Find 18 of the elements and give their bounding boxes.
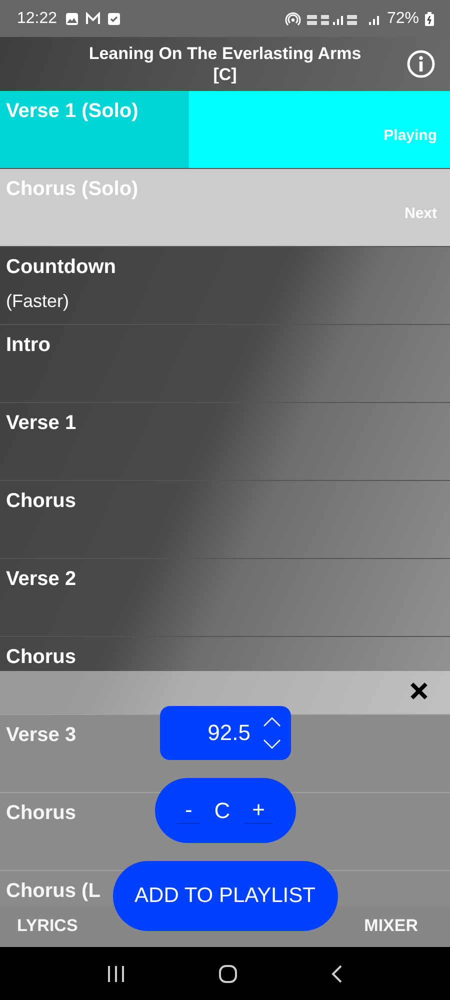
section-name: Chorus — [6, 801, 76, 825]
section-status: Playing — [384, 127, 438, 144]
section-name: Chorus — [6, 489, 76, 513]
section-name: Chorus — [6, 645, 76, 669]
key-value: C — [214, 798, 230, 824]
section-name: Verse 1 — [6, 411, 76, 435]
section-name: Countdown — [6, 255, 116, 279]
tempo-value: 92.5 — [208, 720, 250, 746]
battery-percent: 72% — [386, 10, 419, 28]
status-time: 12:22 — [17, 10, 58, 28]
section-name: Intro — [6, 333, 50, 357]
song-title: Leaning On The Everlasting Arms — [88, 43, 362, 64]
song-key: [C] — [213, 64, 237, 85]
section-name: Chorus (L — [6, 879, 100, 903]
section-name: Verse 3 — [6, 723, 76, 747]
section-name: Verse 1 (Solo) — [6, 99, 138, 123]
section-name: Verse 2 — [6, 567, 76, 591]
section-note: (Faster) — [6, 290, 70, 313]
